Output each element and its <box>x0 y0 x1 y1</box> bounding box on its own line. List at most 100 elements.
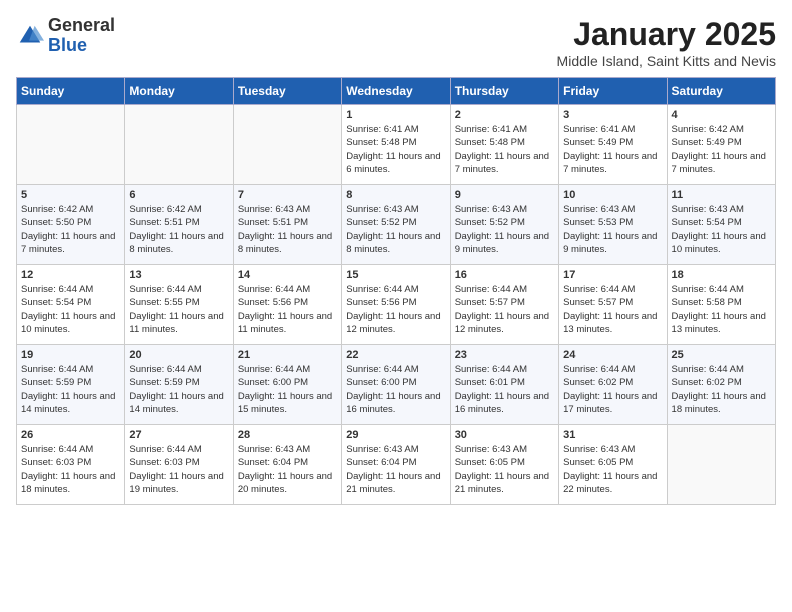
logo-general: General <box>48 16 115 36</box>
weekday-header: Friday <box>559 78 667 105</box>
day-number: 18 <box>672 269 771 281</box>
day-info: Sunrise: 6:44 AMSunset: 6:02 PMDaylight:… <box>563 363 662 416</box>
calendar-week-row: 5 Sunrise: 6:42 AMSunset: 5:50 PMDayligh… <box>17 185 776 265</box>
day-number: 30 <box>455 429 554 441</box>
calendar-day-cell: 11 Sunrise: 6:43 AMSunset: 5:54 PMDaylig… <box>667 185 775 265</box>
calendar-day-cell <box>17 105 125 185</box>
calendar-day-cell: 25 Sunrise: 6:44 AMSunset: 6:02 PMDaylig… <box>667 345 775 425</box>
weekday-header: Thursday <box>450 78 558 105</box>
calendar-day-cell <box>667 425 775 505</box>
day-info: Sunrise: 6:42 AMSunset: 5:50 PMDaylight:… <box>21 203 120 256</box>
day-number: 27 <box>129 429 228 441</box>
day-info: Sunrise: 6:43 AMSunset: 5:52 PMDaylight:… <box>346 203 445 256</box>
calendar-day-cell: 3 Sunrise: 6:41 AMSunset: 5:49 PMDayligh… <box>559 105 667 185</box>
day-info: Sunrise: 6:44 AMSunset: 5:59 PMDaylight:… <box>129 363 228 416</box>
title-block: January 2025 Middle Island, Saint Kitts … <box>557 16 776 69</box>
day-info: Sunrise: 6:44 AMSunset: 6:01 PMDaylight:… <box>455 363 554 416</box>
day-number: 19 <box>21 349 120 361</box>
day-number: 13 <box>129 269 228 281</box>
weekday-header: Tuesday <box>233 78 341 105</box>
day-info: Sunrise: 6:43 AMSunset: 5:52 PMDaylight:… <box>455 203 554 256</box>
calendar-day-cell: 12 Sunrise: 6:44 AMSunset: 5:54 PMDaylig… <box>17 265 125 345</box>
day-number: 29 <box>346 429 445 441</box>
day-info: Sunrise: 6:43 AMSunset: 6:05 PMDaylight:… <box>563 443 662 496</box>
day-number: 25 <box>672 349 771 361</box>
calendar-day-cell: 18 Sunrise: 6:44 AMSunset: 5:58 PMDaylig… <box>667 265 775 345</box>
day-number: 8 <box>346 189 445 201</box>
calendar-day-cell: 20 Sunrise: 6:44 AMSunset: 5:59 PMDaylig… <box>125 345 233 425</box>
calendar-day-cell: 9 Sunrise: 6:43 AMSunset: 5:52 PMDayligh… <box>450 185 558 265</box>
day-number: 5 <box>21 189 120 201</box>
calendar-day-cell: 15 Sunrise: 6:44 AMSunset: 5:56 PMDaylig… <box>342 265 450 345</box>
calendar-day-cell: 29 Sunrise: 6:43 AMSunset: 6:04 PMDaylig… <box>342 425 450 505</box>
calendar-week-row: 26 Sunrise: 6:44 AMSunset: 6:03 PMDaylig… <box>17 425 776 505</box>
calendar-day-cell: 23 Sunrise: 6:44 AMSunset: 6:01 PMDaylig… <box>450 345 558 425</box>
calendar-day-cell: 31 Sunrise: 6:43 AMSunset: 6:05 PMDaylig… <box>559 425 667 505</box>
day-info: Sunrise: 6:44 AMSunset: 5:56 PMDaylight:… <box>238 283 337 336</box>
calendar-day-cell: 5 Sunrise: 6:42 AMSunset: 5:50 PMDayligh… <box>17 185 125 265</box>
day-number: 22 <box>346 349 445 361</box>
month-title: January 2025 <box>557 16 776 53</box>
logo-blue: Blue <box>48 36 115 56</box>
calendar-day-cell: 17 Sunrise: 6:44 AMSunset: 5:57 PMDaylig… <box>559 265 667 345</box>
calendar-day-cell: 8 Sunrise: 6:43 AMSunset: 5:52 PMDayligh… <box>342 185 450 265</box>
day-info: Sunrise: 6:42 AMSunset: 5:51 PMDaylight:… <box>129 203 228 256</box>
day-number: 16 <box>455 269 554 281</box>
day-info: Sunrise: 6:41 AMSunset: 5:48 PMDaylight:… <box>455 123 554 176</box>
day-number: 2 <box>455 109 554 121</box>
calendar-day-cell: 2 Sunrise: 6:41 AMSunset: 5:48 PMDayligh… <box>450 105 558 185</box>
logo-text: General Blue <box>48 16 115 56</box>
calendar-day-cell: 21 Sunrise: 6:44 AMSunset: 6:00 PMDaylig… <box>233 345 341 425</box>
weekday-header: Monday <box>125 78 233 105</box>
day-number: 3 <box>563 109 662 121</box>
day-info: Sunrise: 6:41 AMSunset: 5:48 PMDaylight:… <box>346 123 445 176</box>
day-info: Sunrise: 6:44 AMSunset: 6:02 PMDaylight:… <box>672 363 771 416</box>
calendar-day-cell: 26 Sunrise: 6:44 AMSunset: 6:03 PMDaylig… <box>17 425 125 505</box>
day-info: Sunrise: 6:43 AMSunset: 6:04 PMDaylight:… <box>346 443 445 496</box>
day-info: Sunrise: 6:42 AMSunset: 5:49 PMDaylight:… <box>672 123 771 176</box>
day-number: 24 <box>563 349 662 361</box>
page-header: General Blue January 2025 Middle Island,… <box>16 16 776 69</box>
day-number: 4 <box>672 109 771 121</box>
day-info: Sunrise: 6:44 AMSunset: 5:59 PMDaylight:… <box>21 363 120 416</box>
day-number: 11 <box>672 189 771 201</box>
calendar-day-cell: 27 Sunrise: 6:44 AMSunset: 6:03 PMDaylig… <box>125 425 233 505</box>
day-info: Sunrise: 6:44 AMSunset: 6:00 PMDaylight:… <box>238 363 337 416</box>
calendar-day-cell <box>125 105 233 185</box>
logo-icon <box>16 22 44 50</box>
calendar-day-cell: 7 Sunrise: 6:43 AMSunset: 5:51 PMDayligh… <box>233 185 341 265</box>
day-number: 15 <box>346 269 445 281</box>
calendar-day-cell: 6 Sunrise: 6:42 AMSunset: 5:51 PMDayligh… <box>125 185 233 265</box>
calendar-week-row: 1 Sunrise: 6:41 AMSunset: 5:48 PMDayligh… <box>17 105 776 185</box>
day-info: Sunrise: 6:44 AMSunset: 5:56 PMDaylight:… <box>346 283 445 336</box>
day-number: 6 <box>129 189 228 201</box>
calendar-day-cell: 19 Sunrise: 6:44 AMSunset: 5:59 PMDaylig… <box>17 345 125 425</box>
day-number: 9 <box>455 189 554 201</box>
location-title: Middle Island, Saint Kitts and Nevis <box>557 53 776 69</box>
day-number: 12 <box>21 269 120 281</box>
day-info: Sunrise: 6:44 AMSunset: 5:55 PMDaylight:… <box>129 283 228 336</box>
calendar-day-cell: 28 Sunrise: 6:43 AMSunset: 6:04 PMDaylig… <box>233 425 341 505</box>
calendar-week-row: 19 Sunrise: 6:44 AMSunset: 5:59 PMDaylig… <box>17 345 776 425</box>
weekday-header: Wednesday <box>342 78 450 105</box>
logo: General Blue <box>16 16 115 56</box>
weekday-header: Saturday <box>667 78 775 105</box>
day-number: 10 <box>563 189 662 201</box>
day-info: Sunrise: 6:44 AMSunset: 5:57 PMDaylight:… <box>563 283 662 336</box>
day-number: 23 <box>455 349 554 361</box>
day-number: 21 <box>238 349 337 361</box>
day-info: Sunrise: 6:44 AMSunset: 6:00 PMDaylight:… <box>346 363 445 416</box>
day-number: 31 <box>563 429 662 441</box>
day-info: Sunrise: 6:43 AMSunset: 5:53 PMDaylight:… <box>563 203 662 256</box>
day-number: 7 <box>238 189 337 201</box>
calendar-day-cell: 13 Sunrise: 6:44 AMSunset: 5:55 PMDaylig… <box>125 265 233 345</box>
day-info: Sunrise: 6:41 AMSunset: 5:49 PMDaylight:… <box>563 123 662 176</box>
calendar-day-cell: 30 Sunrise: 6:43 AMSunset: 6:05 PMDaylig… <box>450 425 558 505</box>
day-number: 17 <box>563 269 662 281</box>
day-info: Sunrise: 6:44 AMSunset: 6:03 PMDaylight:… <box>129 443 228 496</box>
calendar-day-cell: 14 Sunrise: 6:44 AMSunset: 5:56 PMDaylig… <box>233 265 341 345</box>
day-info: Sunrise: 6:44 AMSunset: 6:03 PMDaylight:… <box>21 443 120 496</box>
calendar-day-cell: 10 Sunrise: 6:43 AMSunset: 5:53 PMDaylig… <box>559 185 667 265</box>
calendar-day-cell: 4 Sunrise: 6:42 AMSunset: 5:49 PMDayligh… <box>667 105 775 185</box>
day-number: 20 <box>129 349 228 361</box>
